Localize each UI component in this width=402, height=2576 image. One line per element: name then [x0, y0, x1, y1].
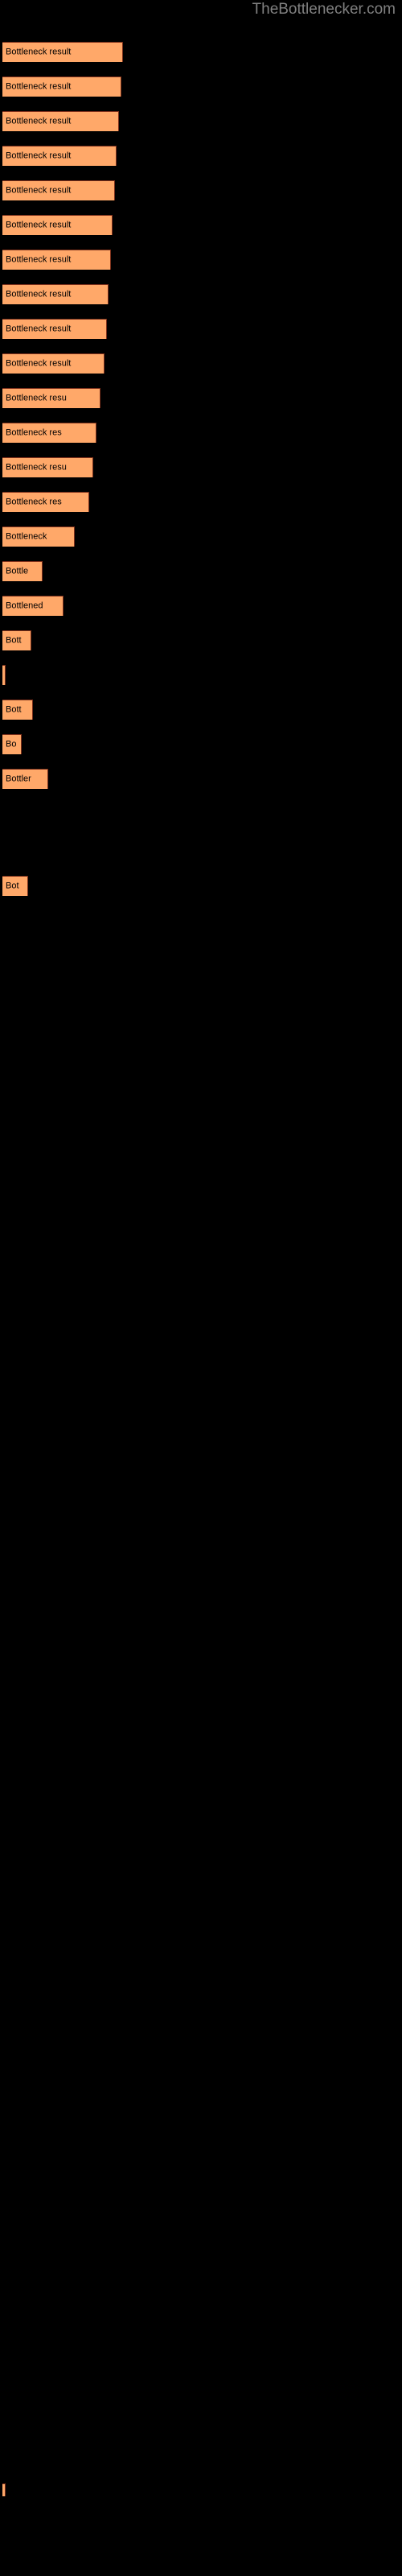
bar-19[interactable] [2, 665, 6, 685]
bar-label: Bottleneck result [6, 185, 72, 196]
bar-label: Bottleneck result [6, 220, 72, 230]
bar-row: Bottleneck result [0, 353, 402, 374]
bar-row: Bottleneck res [0, 492, 402, 512]
bar-row: Bottleneck result [0, 250, 402, 270]
bar-row: Bottleneck result [0, 319, 402, 339]
bar-22[interactable]: Bottler [2, 769, 48, 789]
bar-label: Bottleneck result [6, 81, 72, 92]
bar-row: Bottleneck result [0, 42, 402, 62]
chart-root: TheBottlenecker.com Bottleneck result Bot… [0, 0, 402, 2576]
bar-row: Bottle [0, 561, 402, 581]
bar-row: Bottlened [0, 596, 402, 616]
bar-row: Bottler [0, 769, 402, 789]
bar-label: Bottleneck result [6, 47, 72, 57]
bar-row: Bottleneck result [0, 284, 402, 304]
bar-label: Bottleneck res [6, 497, 62, 507]
bar-8[interactable]: Bottleneck result [2, 284, 109, 304]
bar-1[interactable]: Bottleneck result [2, 42, 123, 62]
bar-label: Bot [6, 881, 19, 891]
bar-label: Bottle [6, 566, 29, 576]
bar-row: Bottleneck result [0, 76, 402, 97]
bar-row: Bottleneck [0, 526, 402, 547]
bar-15[interactable]: Bottleneck [2, 526, 75, 547]
bar-17[interactable]: Bottlened [2, 596, 64, 616]
bar-row: Bottleneck res [0, 423, 402, 443]
bar-18[interactable]: Bott [2, 630, 31, 650]
bar-2[interactable]: Bottleneck result [2, 76, 121, 97]
bar-label: Bottleneck result [6, 289, 72, 299]
bar-label: Bottleneck resu [6, 393, 67, 403]
bar-row: Bottleneck resu [0, 388, 402, 408]
bar-label: Bottleneck res [6, 427, 62, 438]
bar-7[interactable]: Bottleneck result [2, 250, 111, 270]
bar-row: Bo [0, 734, 402, 754]
bar-14[interactable]: Bottleneck res [2, 492, 89, 512]
bar-row: Bottleneck result [0, 146, 402, 166]
bar-12[interactable]: Bottleneck res [2, 423, 96, 443]
bar-label: Bo [6, 739, 17, 749]
bar-16[interactable]: Bottle [2, 561, 43, 581]
bar-label: Bottleneck result [6, 116, 72, 126]
bar-row [0, 665, 402, 685]
bar-row: Bott [0, 630, 402, 650]
bar-11[interactable]: Bottleneck resu [2, 388, 100, 408]
bar-chart-plot-area: Bottleneck result Bottleneck result Bottle… [0, 0, 402, 2576]
bar-label: Bottleneck result [6, 151, 72, 161]
bar-label: Bottlened [6, 601, 43, 611]
bar-23[interactable]: Bot [2, 876, 28, 896]
bar-9[interactable]: Bottleneck result [2, 319, 107, 339]
bar-4[interactable]: Bottleneck result [2, 146, 117, 166]
bar-row: Bottleneck result [0, 180, 402, 200]
bar-row: Bot [0, 876, 402, 896]
bar-label: Bottleneck result [6, 358, 72, 369]
bar-24[interactable] [2, 2483, 6, 2496]
bar-row: Bottleneck resu [0, 457, 402, 477]
bar-20[interactable]: Bott [2, 700, 33, 720]
bar-3[interactable]: Bottleneck result [2, 111, 119, 131]
bar-label: Bottleneck result [6, 254, 72, 265]
bar-21[interactable]: Bo [2, 734, 22, 754]
bar-label: Bottleneck result [6, 324, 72, 334]
bar-label: Bottleneck [6, 531, 47, 542]
bar-10[interactable]: Bottleneck result [2, 353, 105, 374]
bar-label: Bottleneck resu [6, 462, 67, 473]
bar-5[interactable]: Bottleneck result [2, 180, 115, 200]
bar-label: Bottler [6, 774, 31, 784]
bar-13[interactable]: Bottleneck resu [2, 457, 93, 477]
bar-label: Bott [6, 635, 22, 646]
bar-row [0, 2483, 402, 2496]
bar-6[interactable]: Bottleneck result [2, 215, 113, 235]
bar-row: Bott [0, 700, 402, 720]
bar-row: Bottleneck result [0, 215, 402, 235]
bar-row: Bottleneck result [0, 111, 402, 131]
bar-label: Bott [6, 704, 22, 715]
